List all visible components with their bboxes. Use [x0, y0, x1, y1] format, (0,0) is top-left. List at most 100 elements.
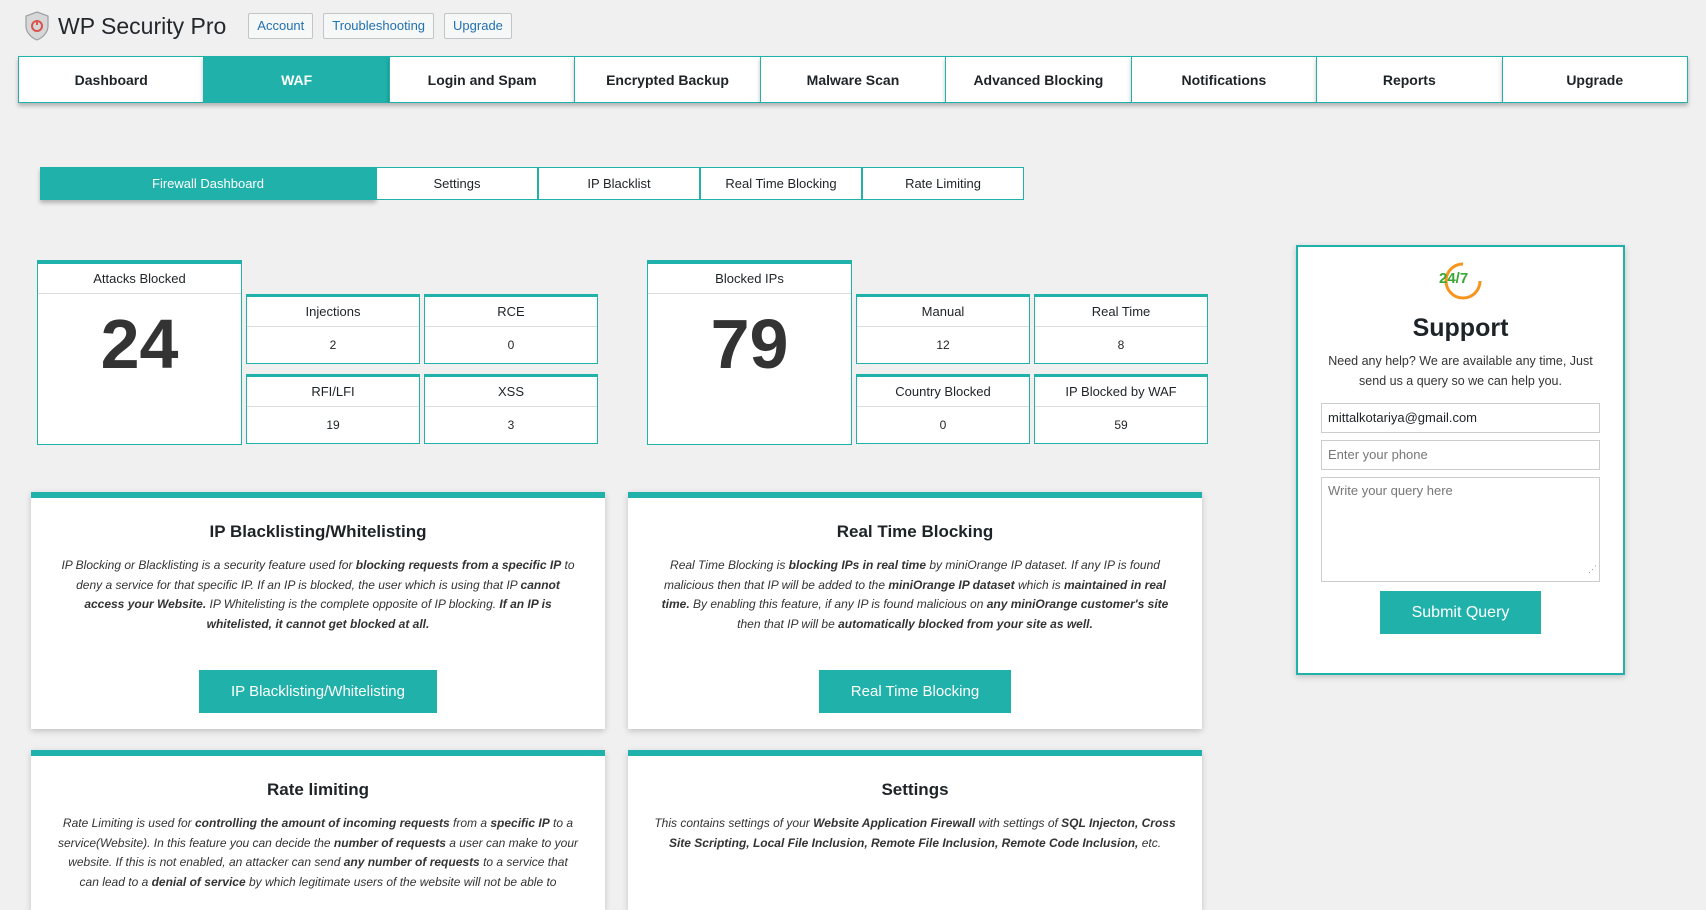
tab-upgrade[interactable]: Upgrade	[1501, 56, 1688, 103]
upgrade-header-button[interactable]: Upgrade	[444, 13, 512, 39]
stat-xss: XSS 3	[424, 374, 598, 444]
account-button[interactable]: Account	[248, 13, 314, 39]
card-description: This contains settings of your Website A…	[654, 814, 1176, 853]
app-title: WP Security Pro	[58, 12, 227, 39]
stat-value: 12	[936, 338, 950, 352]
support-24-7-icon: 24/7	[1439, 262, 1481, 300]
description-text: then that IP will be	[737, 616, 839, 631]
subtab-settings[interactable]: Settings	[376, 167, 538, 200]
stat-value: 0	[939, 418, 947, 432]
stat-injections: Injections 2	[246, 294, 420, 364]
ip-blacklisting-button[interactable]: IP Blacklisting/Whitelisting	[199, 670, 437, 713]
stat-label: Injections	[247, 297, 419, 327]
description-text: from a	[449, 816, 491, 830]
card-title: IP Blacklisting/Whitelisting	[209, 522, 427, 541]
emphasis-text: blocking IPs in real time	[788, 558, 927, 572]
subtab-ip-blacklist[interactable]: IP Blacklist	[538, 167, 700, 200]
card-description: Real Time Blocking is blocking IPs in re…	[654, 556, 1176, 634]
emphasis-text: miniOrange IP dataset	[888, 577, 1015, 592]
stat-value: 59	[1114, 418, 1128, 432]
stat-label: XSS	[425, 377, 597, 407]
card-description: Rate Limiting is used for controlling th…	[57, 814, 579, 892]
troubleshooting-button[interactable]: Troubleshooting	[323, 13, 435, 39]
query-textarea[interactable]: Write your query here ⋰	[1321, 477, 1600, 582]
support-panel: 24/7 Support Need any help? We are avail…	[1296, 245, 1625, 675]
sub-tabs: Firewall Dashboard Settings IP Blacklist…	[40, 167, 1024, 200]
icon-text: 24/7	[1439, 270, 1468, 287]
stat-label: RFI/LFI	[247, 377, 419, 407]
card-description: IP Blocking or Blacklisting is a securit…	[57, 556, 579, 634]
tab-reports[interactable]: Reports	[1316, 56, 1502, 103]
query-placeholder: Write your query here	[1328, 483, 1453, 498]
emphasis-text: blocking requests from a specific IP	[355, 558, 562, 572]
attacks-blocked-count: 24	[100, 305, 179, 383]
card-title: Real Time Blocking	[836, 522, 994, 541]
real-time-blocking-button[interactable]: Real Time Blocking	[818, 670, 1012, 713]
description-text: IP Whitelisting is the complete opposite…	[206, 597, 500, 611]
attacks-blocked-label: Attacks Blocked	[38, 264, 241, 294]
stat-country-blocked: Country Blocked 0	[856, 374, 1030, 444]
subtab-rate-limiting[interactable]: Rate Limiting	[862, 167, 1024, 200]
tab-waf[interactable]: WAF	[203, 56, 389, 103]
real-time-blocking-card: Real Time Blocking Real Time Blocking is…	[628, 492, 1202, 729]
tab-advanced-blocking[interactable]: Advanced Blocking	[945, 56, 1131, 103]
blocked-ips-card: Blocked IPs 79	[647, 260, 852, 445]
stat-label: Manual	[857, 297, 1029, 327]
description-text: by which legitimate users of the website…	[245, 874, 557, 889]
stat-ip-blocked-by-waf: IP Blocked by WAF 59	[1034, 374, 1208, 444]
stat-label: Real Time	[1035, 297, 1207, 327]
card-title: Settings	[881, 780, 949, 799]
tab-login-and-spam[interactable]: Login and Spam	[388, 56, 575, 103]
emphasis-text: any miniOrange customer's site	[986, 597, 1169, 611]
description-text: By enabling this feature, if any IP is f…	[689, 597, 987, 611]
description-text: Real Time Blocking is	[670, 558, 789, 572]
shield-logo-icon	[25, 11, 49, 41]
email-field[interactable]: mittalkotariya@gmail.com	[1321, 403, 1600, 433]
card-title: Rate limiting	[266, 780, 369, 799]
blocked-ips-count: 79	[710, 305, 789, 383]
emphasis-text: denial of service	[151, 874, 246, 889]
stat-value: 19	[326, 418, 340, 432]
emphasis-text: Website Application Firewall	[813, 816, 976, 830]
emphasis-text: controlling the amount of incoming reque…	[194, 816, 450, 830]
ip-blacklisting-card: IP Blacklisting/Whitelisting IP Blocking…	[31, 492, 605, 729]
description-text: IP Blocking or Blacklisting is a securit…	[61, 558, 356, 572]
rate-limiting-card: Rate limiting Rate Limiting is used for …	[31, 750, 605, 910]
stat-label: IP Blocked by WAF	[1035, 377, 1207, 407]
stat-value: 2	[329, 338, 337, 352]
header: WP Security Pro Account Troubleshooting …	[24, 6, 522, 46]
emphasis-text: specific IP	[490, 816, 550, 830]
emphasis-text: any number of requests	[343, 855, 480, 869]
stat-label: Country Blocked	[857, 377, 1029, 407]
support-help-text: Need any help? We are available any time…	[1328, 354, 1593, 388]
stat-real-time: Real Time 8	[1034, 294, 1208, 364]
subtab-real-time-blocking[interactable]: Real Time Blocking	[700, 167, 862, 200]
description-text: etc.	[1138, 835, 1162, 850]
subtab-firewall-dashboard[interactable]: Firewall Dashboard	[40, 167, 376, 200]
tab-notifications[interactable]: Notifications	[1130, 56, 1317, 103]
stat-label: RCE	[425, 297, 597, 327]
tab-encrypted-backup[interactable]: Encrypted Backup	[574, 56, 760, 103]
stat-manual: Manual 12	[856, 294, 1030, 364]
emphasis-text: number of requests	[333, 835, 446, 850]
main-tabs: Dashboard WAF Login and Spam Encrypted B…	[18, 56, 1688, 103]
support-title: Support	[1412, 314, 1509, 342]
stat-value: 8	[1117, 338, 1125, 352]
tab-dashboard[interactable]: Dashboard	[18, 56, 204, 103]
attacks-blocked-card: Attacks Blocked 24	[37, 260, 242, 445]
stat-rce: RCE 0	[424, 294, 598, 364]
phone-field[interactable]: Enter your phone	[1321, 440, 1600, 470]
description-text: Rate Limiting is used for	[62, 816, 195, 830]
emphasis-text: automatically blocked from your site as …	[838, 616, 1093, 631]
description-text: This contains settings of your	[654, 816, 814, 830]
tab-malware-scan[interactable]: Malware Scan	[759, 56, 946, 103]
stat-value: 3	[507, 418, 515, 432]
description-text: which is	[1014, 577, 1064, 592]
stat-rfi-lfi: RFI/LFI 19	[246, 374, 420, 444]
blocked-ips-label: Blocked IPs	[648, 264, 851, 294]
resize-grip-icon[interactable]: ⋰	[1588, 559, 1597, 579]
stat-value: 0	[507, 338, 515, 352]
settings-card: Settings This contains settings of your …	[628, 750, 1202, 910]
description-text: with settings of	[975, 816, 1062, 830]
submit-query-button[interactable]: Submit Query	[1380, 591, 1541, 634]
